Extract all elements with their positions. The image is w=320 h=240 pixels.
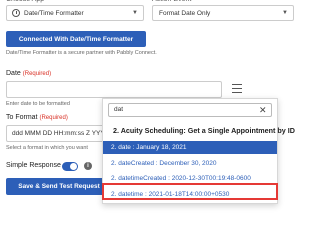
chevron-down-icon: ▼: [132, 10, 138, 16]
event-select-value: Format Date Only: [159, 9, 211, 17]
to-format-label: To Format (Required): [6, 114, 68, 121]
to-format-input[interactable]: ddd MMM DD HH:mm:ss Z YYYY: [6, 125, 108, 142]
date-help-text: Enter date to be formatted: [6, 101, 70, 107]
chevron-down-icon: ▼: [282, 10, 288, 16]
choose-app-label: Choose App: [6, 0, 66, 4]
simple-response-toggle[interactable]: [62, 162, 78, 171]
dropdown-search-value: dat: [114, 106, 124, 113]
dropdown-item-date[interactable]: 2. date : January 18, 2021: [103, 141, 277, 154]
save-send-test-button[interactable]: Save & Send Test Request: [6, 178, 112, 195]
dropdown-item-datecreated[interactable]: 2. dateCreated : December 30, 2020: [103, 157, 277, 170]
to-format-label-text: To Format: [6, 114, 38, 121]
dropdown-group-title: 2. Acuity Scheduling: Get a Single Appoi…: [113, 126, 295, 135]
app-select-value: Date/Time Formatter: [24, 9, 84, 17]
to-format-required-marker: (Required): [39, 115, 68, 121]
dropdown-search-input[interactable]: dat: [108, 103, 272, 117]
action-event-label: Action Event: [152, 0, 212, 4]
date-label: Date (Required): [6, 70, 51, 77]
event-select[interactable]: Format Date Only ▼: [152, 5, 294, 21]
connected-button[interactable]: Connected With Date/Time Formatter: [6, 31, 146, 47]
clear-icon[interactable]: ✕: [259, 104, 267, 116]
date-required-marker: (Required): [22, 71, 52, 77]
menu-icon[interactable]: [232, 84, 242, 93]
secure-partner-note: Date/Time Formatter is a secure partner …: [6, 50, 157, 56]
app-select[interactable]: Date/Time Formatter ▼: [6, 5, 144, 21]
clock-icon: [12, 9, 20, 17]
date-label-text: Date: [6, 70, 21, 77]
annotation-highlight-box: [102, 183, 278, 200]
info-icon[interactable]: i: [84, 162, 92, 170]
to-format-help-text: Select a format in which you want: [6, 145, 88, 151]
date-input[interactable]: [6, 81, 222, 98]
simple-response-label: Simple Response: [6, 162, 61, 169]
